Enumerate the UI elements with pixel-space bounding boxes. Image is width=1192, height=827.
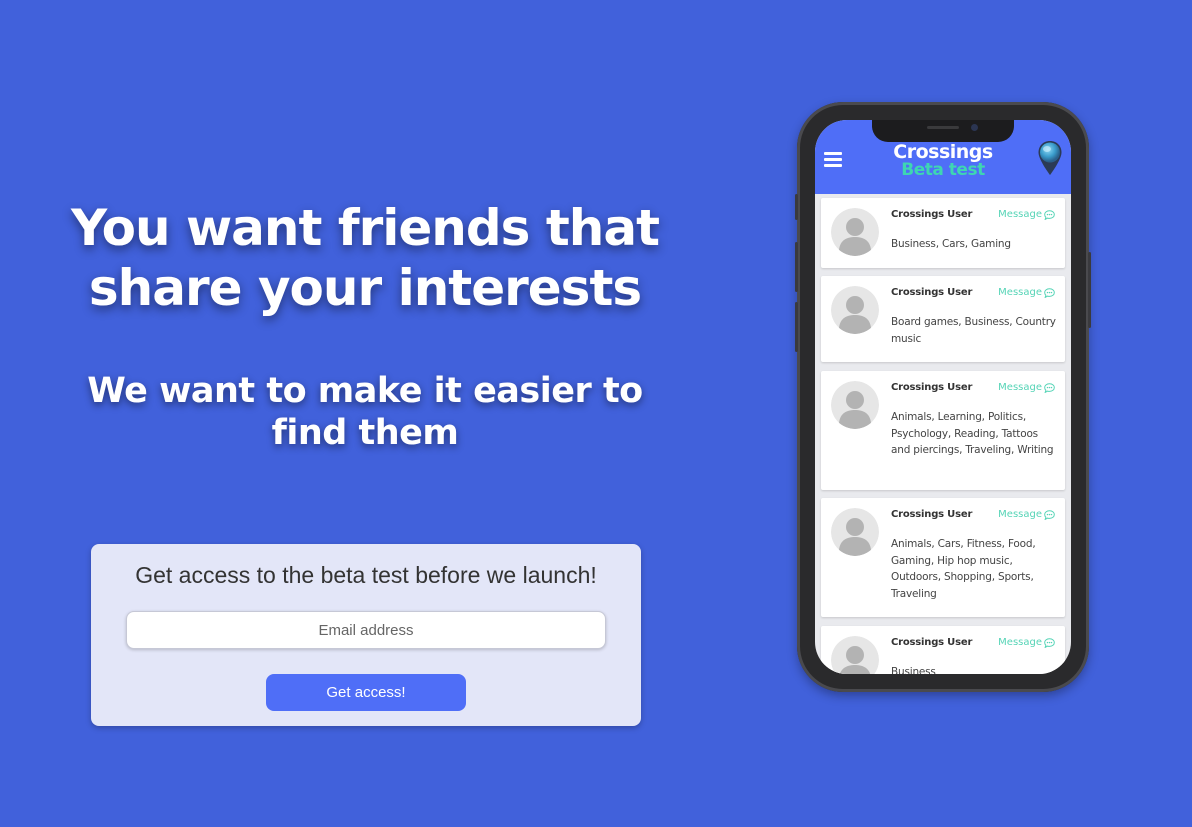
phone-mute-switch <box>795 194 798 220</box>
phone-volume-up <box>795 242 798 292</box>
user-card[interactable]: Crossings User Message Business <box>821 626 1065 674</box>
phone-mockup: Crossings Beta test Crossings User Messa… <box>795 102 1091 692</box>
app-subtitle: Beta test <box>901 160 985 180</box>
message-label: Message <box>998 209 1042 220</box>
message-label: Message <box>998 509 1042 520</box>
user-interests: Animals, Learning, Politics, Psychology,… <box>891 411 1054 456</box>
chat-bubble-icon <box>1044 637 1055 648</box>
chat-bubble-icon <box>1044 209 1055 220</box>
message-link[interactable]: Message <box>998 382 1055 393</box>
message-label: Message <box>998 287 1042 298</box>
user-card[interactable]: Crossings User Message Animals, Learning… <box>821 371 1065 490</box>
message-link[interactable]: Message <box>998 637 1055 648</box>
message-label: Message <box>998 382 1042 393</box>
phone-power-button <box>1088 252 1091 328</box>
user-interests: Animals, Cars, Fitness, Food, Gaming, Hi… <box>891 538 1036 600</box>
user-card[interactable]: Crossings User Message Board games, Busi… <box>821 276 1065 362</box>
avatar-placeholder-icon <box>831 636 879 674</box>
map-pin-icon[interactable] <box>1037 140 1063 176</box>
message-link[interactable]: Message <box>998 209 1055 220</box>
user-interests: Board games, Business, Country music <box>891 316 1056 345</box>
message-link[interactable]: Message <box>998 287 1055 298</box>
phone-screen: Crossings Beta test Crossings User Messa… <box>815 120 1071 674</box>
get-access-button[interactable]: Get access! <box>266 674 466 711</box>
app-title: Crossings <box>893 141 993 163</box>
message-link[interactable]: Message <box>998 509 1055 520</box>
user-interests: Business <box>891 666 936 674</box>
phone-camera <box>971 124 978 131</box>
signup-card: Get access to the beta test before we la… <box>91 544 641 726</box>
hero-subtitle: We want to make it easier to find them <box>87 371 643 453</box>
user-card[interactable]: Crossings User Message Animals, Cars, Fi… <box>821 498 1065 617</box>
avatar-placeholder-icon <box>831 286 879 334</box>
avatar-placeholder-icon <box>831 381 879 429</box>
chat-bubble-icon <box>1044 287 1055 298</box>
user-name: Crossings User <box>891 209 973 220</box>
phone-speaker <box>927 126 959 129</box>
avatar-placeholder-icon <box>831 208 879 256</box>
phone-notch <box>872 120 1014 142</box>
avatar-placeholder-icon <box>831 508 879 556</box>
user-card[interactable]: Crossings User Message Business, Cars, G… <box>821 198 1065 268</box>
chat-bubble-icon <box>1044 509 1055 520</box>
signup-heading: Get access to the beta test before we la… <box>135 562 597 588</box>
phone-volume-down <box>795 302 798 352</box>
user-name: Crossings User <box>891 287 973 298</box>
message-label: Message <box>998 637 1042 648</box>
chat-bubble-icon <box>1044 382 1055 393</box>
email-input[interactable] <box>126 611 606 649</box>
hero-title: You want friends that share your interes… <box>71 199 660 317</box>
user-name: Crossings User <box>891 509 973 520</box>
user-name: Crossings User <box>891 637 973 648</box>
user-interests: Business, Cars, Gaming <box>891 238 1011 250</box>
user-name: Crossings User <box>891 382 973 393</box>
